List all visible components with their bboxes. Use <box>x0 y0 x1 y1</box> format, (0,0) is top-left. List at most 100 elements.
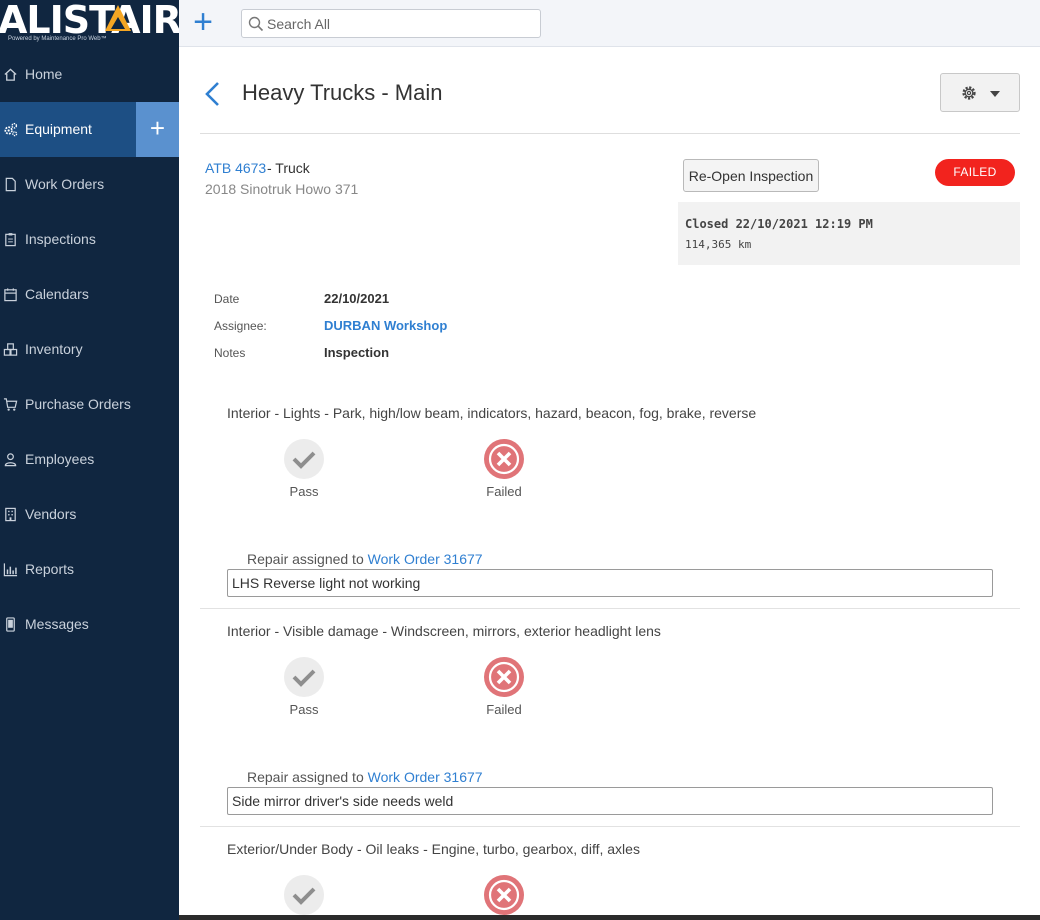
chevron-down-icon <box>990 91 1000 97</box>
work-order-link[interactable]: Work Order 31677 <box>368 769 483 785</box>
sidebar-item-calendars[interactable]: Calendars <box>0 267 179 322</box>
pass-option[interactable]: Pass <box>264 657 344 717</box>
notes-value: Inspection <box>324 345 390 360</box>
cogs-icon <box>4 122 18 137</box>
repair-prefix: Repair assigned to <box>247 769 368 785</box>
settings-dropdown-button[interactable] <box>940 73 1020 112</box>
sidebar-item-vendors[interactable]: Vendors <box>0 487 179 542</box>
pass-option[interactable]: Pass <box>264 439 344 499</box>
asset-id-link[interactable]: ATB 4673 <box>205 160 266 176</box>
sidebar-item-home[interactable]: Home <box>0 47 179 102</box>
home-icon <box>4 68 17 81</box>
asset-type: - Truck <box>267 160 310 176</box>
sidebar-item-purchase-orders[interactable]: Purchase Orders <box>0 377 179 432</box>
repair-note-field[interactable] <box>227 787 993 815</box>
logo-tagline: Powered by Maintenance Pro Web™ <box>8 36 107 42</box>
failed-option[interactable] <box>464 875 544 920</box>
bottom-edge-bar <box>179 915 1040 920</box>
top-bar: ALISTAIR Powered by Maintenance Pro Web™… <box>0 0 1040 47</box>
failed-label: Failed <box>486 484 522 499</box>
search-box[interactable] <box>241 9 541 38</box>
sidebar-item-label: Purchase Orders <box>25 396 131 412</box>
pass-label: Pass <box>289 484 319 499</box>
brand-logo[interactable]: ALISTAIR Powered by Maintenance Pro Web™ <box>0 0 179 47</box>
user-icon <box>4 453 17 467</box>
sidebar-item-label: Home <box>25 66 63 82</box>
sidebar-item-equipment[interactable]: Equipment <box>0 102 136 157</box>
inspection-item-title: Exterior/Under Body - Oil leaks - Engine… <box>227 841 640 857</box>
x-mark-icon <box>488 879 520 911</box>
pass-circle <box>284 439 324 479</box>
date-value: 22/10/2021 <box>324 291 390 306</box>
logo-text: ALISTAIR <box>0 0 179 42</box>
equipment-quick-add-button[interactable]: + <box>136 102 179 157</box>
failed-circle <box>484 875 524 915</box>
assignee-link[interactable]: DURBAN Workshop <box>324 318 447 333</box>
asset-description: 2018 Sinotruk Howo 371 <box>205 181 359 197</box>
failed-label: Failed <box>486 702 522 717</box>
app-window: ALISTAIR Powered by Maintenance Pro Web™… <box>0 0 1040 920</box>
status-badge: FAILED <box>935 159 1015 186</box>
logo-triangle-inner <box>111 17 125 29</box>
sidebar-item-inspections[interactable]: Inspections <box>0 212 179 267</box>
header-divider <box>200 133 1020 134</box>
sidebar-item-label: Vendors <box>25 506 77 522</box>
failed-option[interactable]: Failed <box>464 439 544 499</box>
sidebar-item-messages[interactable]: Messages <box>0 597 179 652</box>
sidebar-item-work-orders[interactable]: Work Orders <box>0 157 179 212</box>
sidebar: Home Equipment + Work Orders Inspections… <box>0 47 179 920</box>
x-mark-icon <box>488 661 520 693</box>
clipboard-icon <box>5 233 16 247</box>
sidebar-item-label: Work Orders <box>25 176 105 192</box>
calendar-icon <box>4 288 17 302</box>
x-mark-icon <box>488 443 520 475</box>
sidebar-item-label: Calendars <box>25 286 89 302</box>
sidebar-item-employees[interactable]: Employees <box>0 432 179 487</box>
sidebar-item-reports[interactable]: Reports <box>0 542 179 597</box>
pass-circle <box>284 657 324 697</box>
sidebar-item-label: Employees <box>25 451 95 467</box>
notes-label: Notes <box>214 346 246 360</box>
document-icon <box>5 177 16 192</box>
pass-label: Pass <box>289 702 319 717</box>
closed-info-box: Closed 22/10/2021 12:19 PM 114,365 km <box>678 202 1020 265</box>
sidebar-item-inventory[interactable]: Inventory <box>0 322 179 377</box>
assignee-label: Assignee: <box>214 319 267 333</box>
failed-option[interactable]: Failed <box>464 657 544 717</box>
repair-prefix: Repair assigned to <box>247 551 368 567</box>
odometer-reading: 114,365 km <box>685 238 752 251</box>
page-title: Heavy Trucks - Main <box>242 80 443 105</box>
sidebar-item-label: Messages <box>25 616 89 632</box>
sidebar-item-label: Inspections <box>25 231 96 247</box>
inspection-item-title: Interior - Lights - Park, high/low beam,… <box>227 405 757 421</box>
search-icon <box>248 16 264 32</box>
repair-note-field[interactable] <box>227 569 993 597</box>
repair-assignment: Repair assigned to Work Order 31677 <box>247 769 483 785</box>
failed-circle <box>484 657 524 697</box>
repair-assignment: Repair assigned to Work Order 31677 <box>247 551 483 567</box>
reopen-inspection-button[interactable]: Re-Open Inspection <box>683 159 819 192</box>
item-divider <box>200 608 1020 609</box>
date-label: Date <box>214 292 240 306</box>
cart-icon <box>3 398 18 411</box>
failed-circle <box>484 439 524 479</box>
pass-circle <box>284 875 324 915</box>
pass-option[interactable] <box>264 875 344 920</box>
checkmark-icon <box>292 451 316 469</box>
work-order-link[interactable]: Work Order 31677 <box>368 551 483 567</box>
bar-chart-icon <box>3 563 18 577</box>
search-input[interactable] <box>267 13 535 35</box>
building-icon <box>5 507 16 522</box>
closed-timestamp: Closed 22/10/2021 12:19 PM <box>685 217 873 231</box>
mobile-icon <box>6 617 15 632</box>
sidebar-item-label: Reports <box>25 561 75 577</box>
checkmark-icon <box>292 669 316 687</box>
sidebar-item-label: Equipment <box>25 121 92 137</box>
back-chevron-icon[interactable] <box>203 81 223 107</box>
inspection-item-title: Interior - Visible damage - Windscreen, … <box>227 623 661 639</box>
sidebar-item-label: Inventory <box>25 341 83 357</box>
add-new-button[interactable]: + <box>188 4 218 40</box>
boxes-icon <box>3 343 18 356</box>
item-divider <box>200 826 1020 827</box>
checkmark-icon <box>292 887 316 905</box>
